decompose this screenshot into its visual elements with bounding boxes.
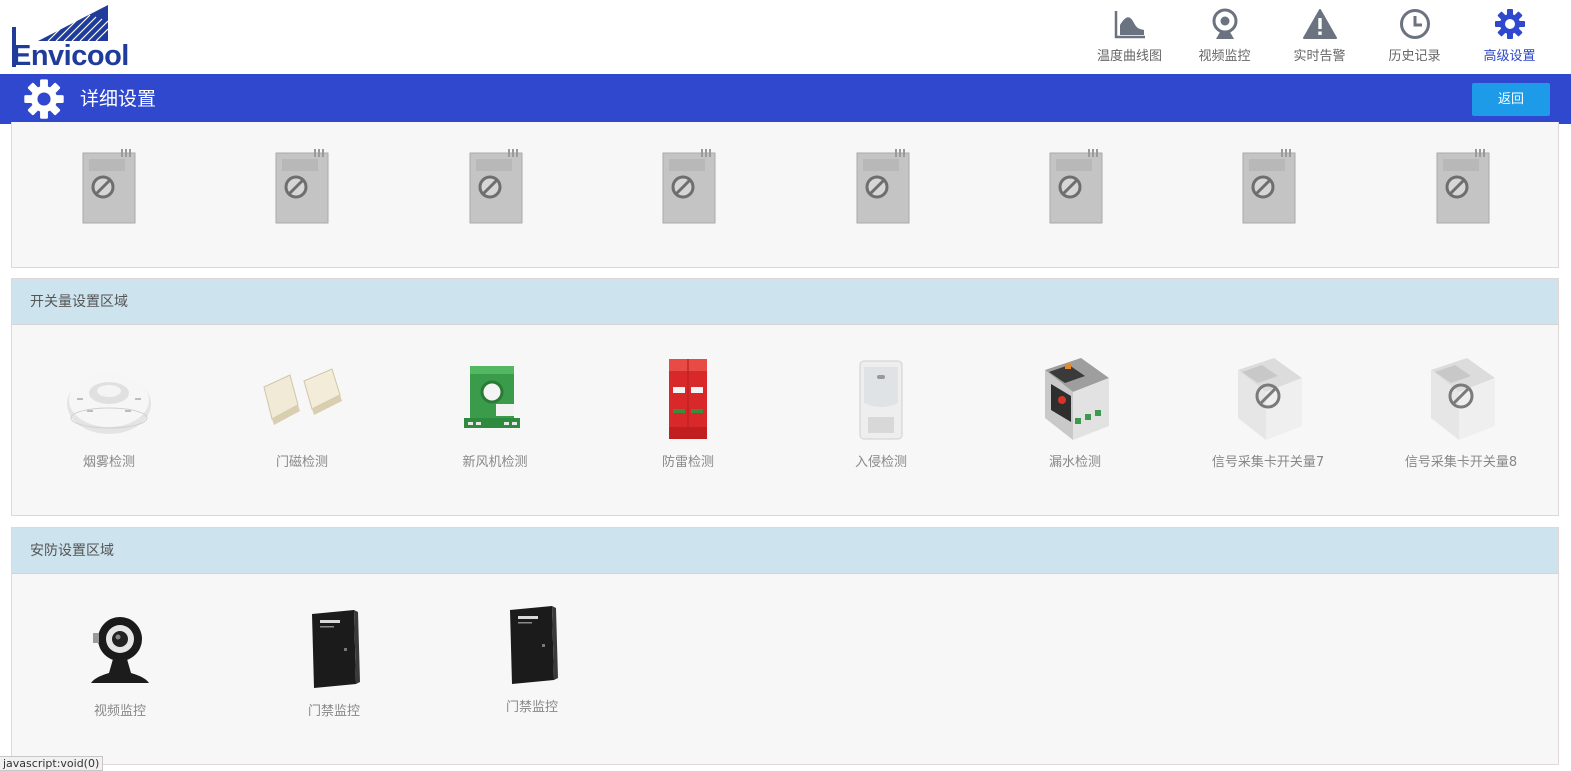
warning-icon	[1302, 6, 1338, 42]
nav-label: 高级设置	[1483, 49, 1536, 64]
signal-card-disabled-icon	[803, 142, 963, 232]
signal-card-disabled-icon	[1381, 355, 1541, 445]
signal-card-2[interactable]	[222, 142, 382, 232]
section-heading: 开关量设置区域	[12, 279, 1558, 325]
device-label: 信号采集卡开关量7	[1211, 455, 1325, 470]
status-bar-url: javascript:void(0)	[0, 756, 104, 771]
top-nav: 温度曲线图 视频监控 实时告警 历史记录 高级设置	[1082, 6, 1557, 68]
signal-card-disabled-icon	[1189, 142, 1349, 232]
signal-card-3[interactable]	[416, 142, 576, 232]
webcam-icon	[40, 604, 200, 694]
signal-card-disabled-icon	[1188, 355, 1348, 445]
device-signal-card-7[interactable]: 信号采集卡开关量7	[1188, 355, 1348, 470]
device-label: 门禁监控	[307, 704, 360, 719]
device-label: 信号采集卡开关量8	[1404, 455, 1518, 470]
device-label: 防雷检测	[661, 455, 714, 470]
nav-temperature-curve[interactable]: 温度曲线图	[1082, 6, 1177, 66]
door-magnet-icon	[222, 355, 382, 445]
device-fresh-air[interactable]: 新风机检测	[415, 355, 575, 470]
nav-label: 视频监控	[1198, 49, 1251, 64]
area-chart-icon	[1112, 6, 1148, 42]
device-label: 门磁检测	[275, 455, 328, 470]
nav-realtime-alarm[interactable]: 实时告警	[1272, 6, 1367, 66]
nav-advanced-settings[interactable]: 高级设置	[1462, 6, 1557, 66]
nav-label: 实时告警	[1293, 49, 1346, 64]
device-label: 烟雾检测	[82, 455, 135, 470]
signal-card-disabled-icon	[416, 142, 576, 232]
signal-card-6[interactable]	[996, 142, 1156, 232]
signal-card-8[interactable]	[1383, 142, 1543, 232]
signal-card-panel	[11, 122, 1559, 268]
section-heading: 安防设置区域	[12, 528, 1558, 574]
signal-card-disabled-icon	[222, 142, 382, 232]
leak-detector-icon	[995, 355, 1155, 445]
settings-gear-icon	[23, 78, 65, 120]
pir-sensor-icon	[801, 355, 961, 445]
device-intrusion[interactable]: 入侵检测	[801, 355, 961, 470]
device-access-control-1[interactable]: 门禁监控	[254, 604, 414, 719]
current-sensor-icon	[415, 355, 575, 445]
device-door-magnet[interactable]: 门磁检测	[222, 355, 382, 470]
signal-card-7[interactable]	[1189, 142, 1349, 232]
device-label: 视频监控	[93, 704, 146, 719]
signal-card-disabled-icon	[29, 142, 189, 232]
device-lightning-protection[interactable]: 防雷检测	[608, 355, 768, 470]
nav-video-monitor[interactable]: 视频监控	[1177, 6, 1272, 66]
gear-icon	[1492, 6, 1528, 42]
signal-card-disabled-icon	[1383, 142, 1543, 232]
title-bar: 详细设置 返回	[0, 74, 1571, 124]
nav-history[interactable]: 历史记录	[1367, 6, 1462, 66]
nav-label: 温度曲线图	[1096, 49, 1162, 64]
back-button[interactable]: 返回	[1472, 83, 1550, 116]
access-control-box-icon	[452, 600, 612, 690]
device-signal-card-8[interactable]: 信号采集卡开关量8	[1381, 355, 1541, 470]
envicool-logo[interactable]: Envicool	[12, 5, 142, 72]
device-video-monitor[interactable]: 视频监控	[40, 604, 200, 719]
device-label: 新风机检测	[462, 455, 528, 470]
signal-card-1[interactable]	[29, 142, 189, 232]
signal-card-5[interactable]	[803, 142, 963, 232]
signal-card-disabled-icon	[996, 142, 1156, 232]
nav-label: 历史记录	[1388, 49, 1441, 64]
device-label: 漏水检测	[1048, 455, 1101, 470]
access-control-box-icon	[254, 604, 414, 694]
device-smoke-detection[interactable]: 烟雾检测	[29, 355, 189, 470]
clock-icon	[1397, 6, 1433, 42]
device-access-control-2[interactable]: 门禁监控	[452, 600, 612, 715]
smoke-detector-icon	[29, 355, 189, 445]
surge-protector-icon	[608, 355, 768, 445]
page-title: 详细设置	[80, 88, 157, 110]
security-settings-panel: 安防设置区域 视频监控 门禁监控 门禁监控	[11, 527, 1559, 765]
signal-card-4[interactable]	[609, 142, 769, 232]
device-label: 门禁监控	[505, 700, 558, 715]
logo-text: Envicool	[12, 40, 129, 72]
device-label: 入侵检测	[854, 455, 907, 470]
device-water-leak[interactable]: 漏水检测	[995, 355, 1155, 470]
webcam-icon	[1207, 6, 1243, 42]
switch-settings-panel: 开关量设置区域 烟雾检测 门磁检测 新风机检测 防雷检测 入侵检测 漏水检测 信…	[11, 278, 1559, 516]
signal-card-disabled-icon	[609, 142, 769, 232]
app-header: Envicool 温度曲线图 视频监控 实时告警 历史记录 高级设置	[0, 0, 1571, 74]
